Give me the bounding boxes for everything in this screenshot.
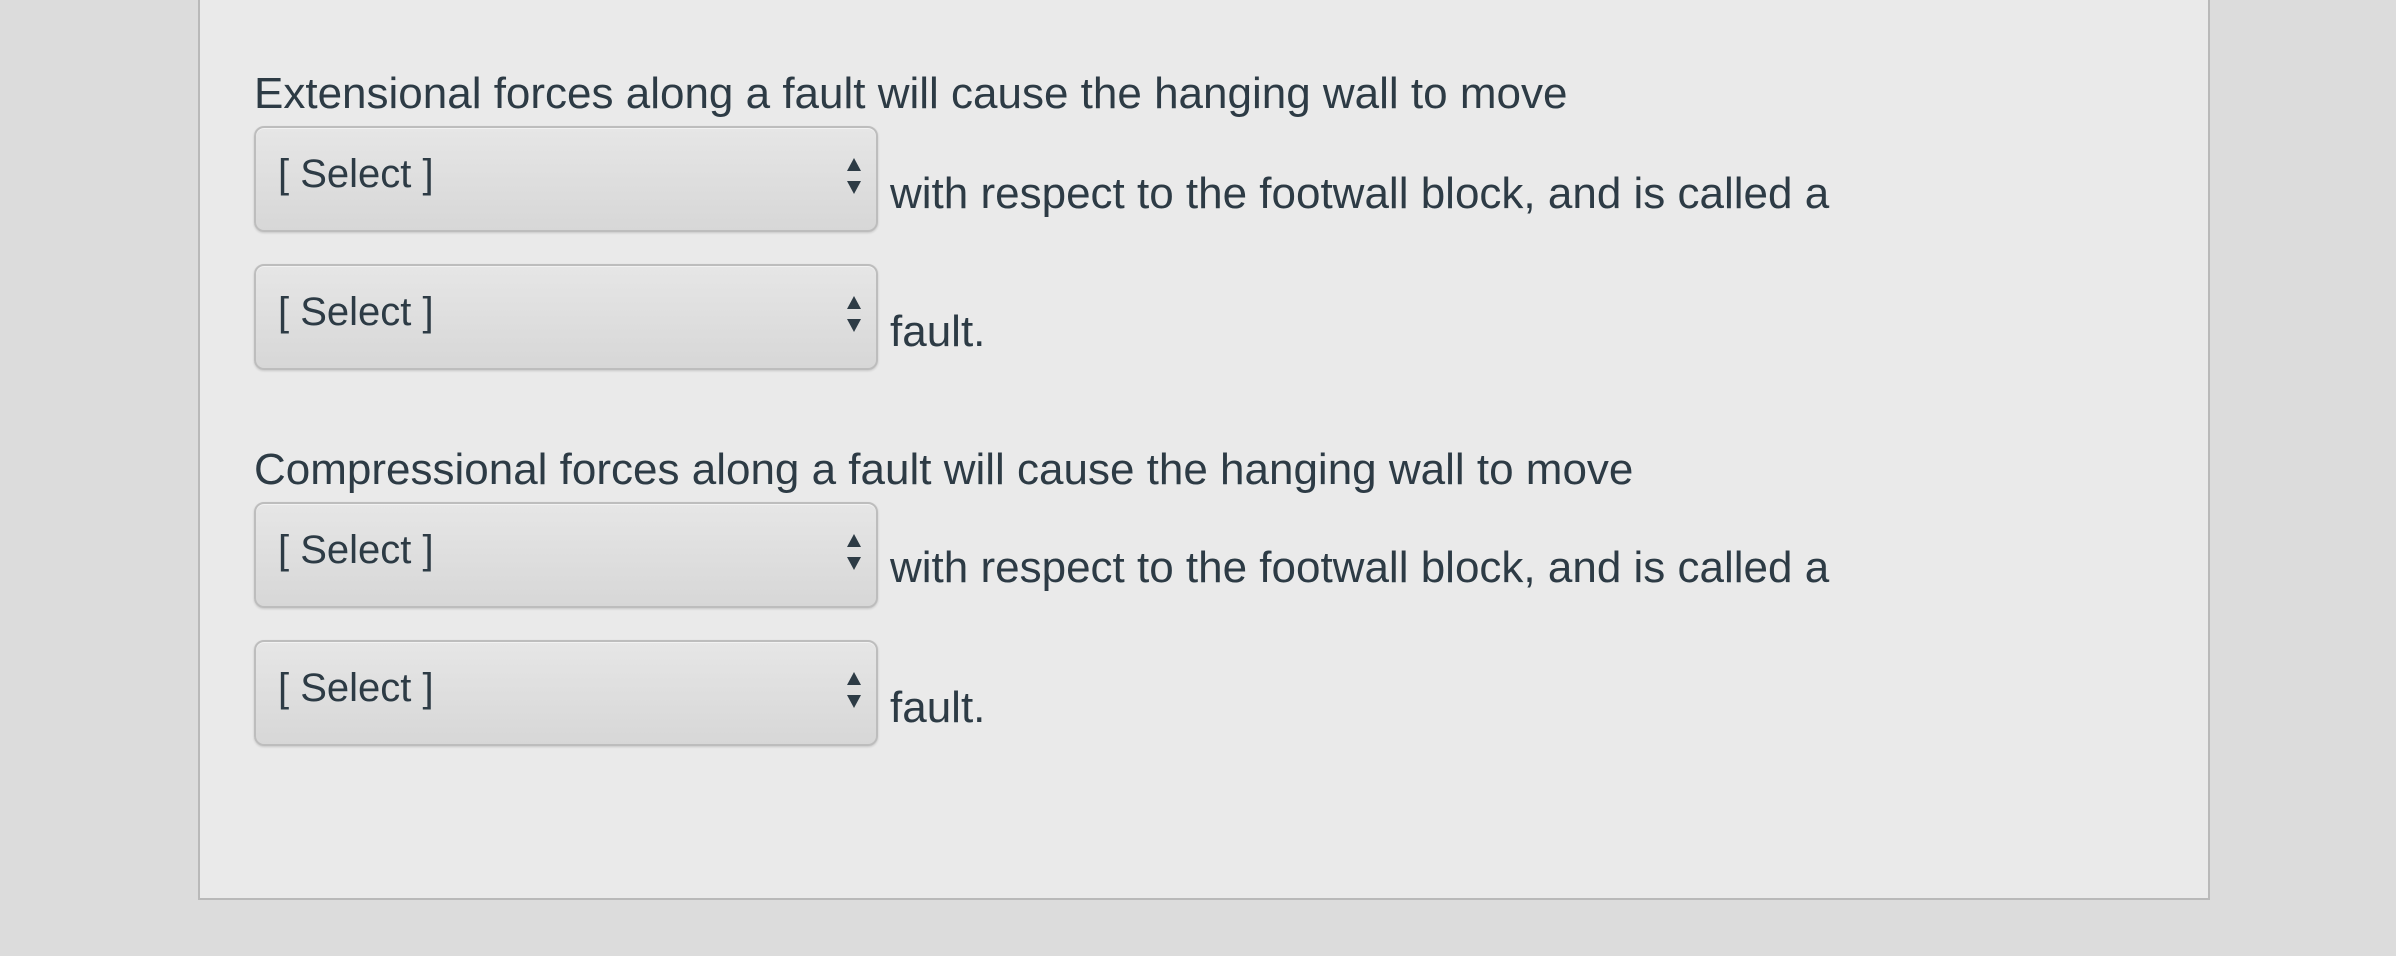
q1-fault-type-select[interactable]: [ Select ] (254, 264, 878, 370)
select-value: [ Select ] (278, 152, 434, 196)
q2-footwall-text: with respect to the footwall block, and … (890, 543, 1830, 592)
select-value: [ Select ] (278, 528, 434, 572)
q2-fault-text: fault. (890, 683, 986, 732)
select-value: [ Select ] (278, 290, 434, 334)
q2-fault-type-select[interactable]: [ Select ] (254, 640, 878, 746)
up-down-arrows-icon (846, 530, 862, 574)
up-down-arrows-icon (846, 292, 862, 336)
question-2-prompt: Compressional forces along a fault will … (254, 445, 1634, 494)
select-value: [ Select ] (278, 666, 434, 710)
up-down-arrows-icon (846, 154, 862, 198)
q1-footwall-text: with respect to the footwall block, and … (890, 169, 1830, 218)
q1-fault-text: fault. (890, 307, 986, 356)
question-1-prompt: Extensional forces along a fault will ca… (254, 69, 1568, 118)
q1-direction-select[interactable]: [ Select ] (254, 126, 878, 232)
q2-direction-select[interactable]: [ Select ] (254, 502, 878, 608)
up-down-arrows-icon (846, 668, 862, 712)
